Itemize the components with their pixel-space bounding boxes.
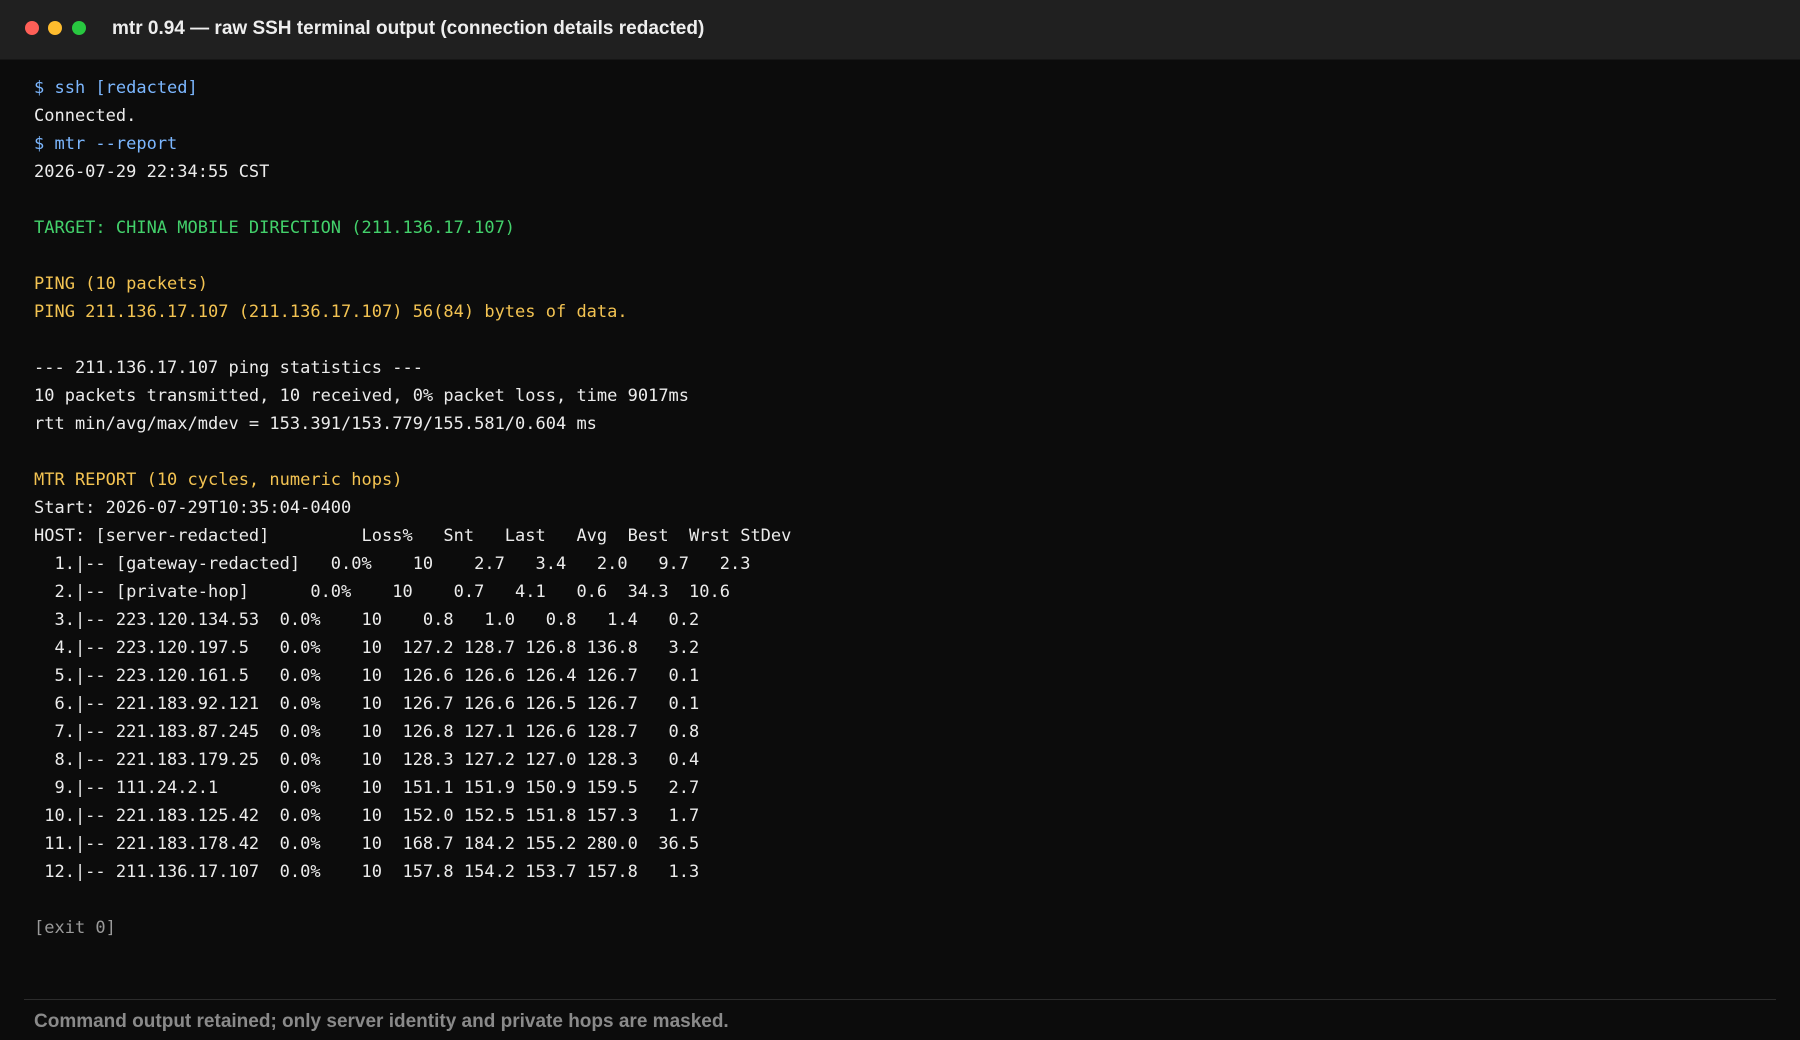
mtr-start-line: Start: 2026-07-29T10:35:04-0400: [34, 498, 352, 518]
mtr-column-header: HOST: [server-redacted] Loss% Snt Last A…: [34, 526, 792, 546]
mtr-report-header: MTR REPORT (10 cycles, numeric hops): [34, 470, 403, 490]
ping-start-line: PING 211.136.17.107 (211.136.17.107) 56(…: [34, 302, 628, 322]
mtr-hop-row: 11.|-- 221.183.178.42 0.0% 10 168.7 184.…: [34, 834, 700, 854]
mtr-hop-row: 4.|-- 223.120.197.5 0.0% 10 127.2 128.7 …: [34, 638, 700, 658]
mtr-hop-row: 12.|-- 211.136.17.107 0.0% 10 157.8 154.…: [34, 862, 700, 882]
mtr-hop-row: 3.|-- 223.120.134.53 0.0% 10 0.8 1.0 0.8…: [34, 610, 700, 630]
mtr-hop-row: 10.|-- 221.183.125.42 0.0% 10 152.0 152.…: [34, 806, 700, 826]
mtr-hop-row: 1.|-- [gateway-redacted] 0.0% 10 2.7 3.4…: [34, 554, 751, 574]
footer-divider: [24, 999, 1776, 1000]
timestamp-line: 2026-07-29 22:34:55 CST: [34, 162, 270, 182]
command-line-mtr: $ mtr --report: [34, 134, 178, 154]
mtr-hop-row: 8.|-- 221.183.179.25 0.0% 10 128.3 127.2…: [34, 750, 700, 770]
footer-note: Command output retained; only server ide…: [34, 1011, 729, 1032]
window-title: mtr 0.94 — raw SSH terminal output (conn…: [112, 18, 705, 39]
close-window-button[interactable]: [25, 21, 39, 35]
command-line-ssh: $ ssh [redacted]: [34, 78, 198, 98]
ping-stats-packets: 10 packets transmitted, 10 received, 0% …: [34, 386, 690, 406]
title-bar: mtr 0.94 — raw SSH terminal output (conn…: [0, 0, 1800, 60]
terminal-window: mtr 0.94 — raw SSH terminal output (conn…: [0, 0, 1800, 1040]
mtr-hop-row: 2.|-- [private-hop] 0.0% 10 0.7 4.1 0.6 …: [34, 582, 730, 602]
ping-stats-rtt: rtt min/avg/max/mdev = 153.391/153.779/1…: [34, 414, 597, 434]
minimize-window-button[interactable]: [48, 21, 62, 35]
ping-header-line: PING (10 packets): [34, 274, 208, 294]
exit-status-line: [exit 0]: [34, 918, 116, 938]
mtr-hop-row: 9.|-- 111.24.2.1 0.0% 10 151.1 151.9 150…: [34, 778, 700, 798]
mtr-hop-row: 5.|-- 223.120.161.5 0.0% 10 126.6 126.6 …: [34, 666, 700, 686]
ping-stats-header: --- 211.136.17.107 ping statistics ---: [34, 358, 423, 378]
mtr-hop-row: 7.|-- 221.183.87.245 0.0% 10 126.8 127.1…: [34, 722, 700, 742]
output-line: Connected.: [34, 106, 137, 126]
maximize-window-button[interactable]: [72, 21, 86, 35]
terminal-output[interactable]: $ ssh [redacted] Connected. $ mtr --repo…: [34, 74, 1774, 942]
mtr-hop-row: 6.|-- 221.183.92.121 0.0% 10 126.7 126.6…: [34, 694, 700, 714]
target-line: TARGET: CHINA MOBILE DIRECTION (211.136.…: [34, 218, 516, 238]
